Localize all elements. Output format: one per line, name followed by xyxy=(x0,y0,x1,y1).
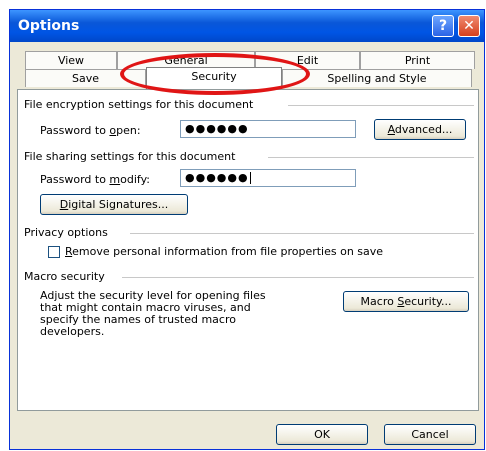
digital-signatures-button[interactable]: Digital Signatures... xyxy=(40,194,188,215)
password-open-label: Password to open: xyxy=(40,124,141,137)
background-left-edge xyxy=(0,0,9,451)
group-divider xyxy=(288,105,474,106)
password-open-input[interactable]: ●●●●●● xyxy=(180,120,356,138)
remove-personal-info-label[interactable]: Remove personal information from file pr… xyxy=(65,245,383,258)
privacy-group-label: Privacy options xyxy=(24,226,108,239)
group-divider xyxy=(268,157,474,158)
text-caret xyxy=(249,172,251,184)
security-tab-panel: File encryption settings for this docume… xyxy=(17,89,479,411)
title-bar[interactable]: Options ? ✕ xyxy=(10,10,484,42)
tab-print[interactable]: Print xyxy=(360,51,475,69)
group-divider xyxy=(122,277,474,278)
tab-save[interactable]: Save xyxy=(25,69,146,87)
ok-button[interactable]: OK xyxy=(276,424,368,445)
encryption-group-label: File encryption settings for this docume… xyxy=(24,98,254,111)
remove-personal-info-checkbox[interactable] xyxy=(48,246,60,258)
password-open-value: ●●●●●● xyxy=(185,122,249,135)
tab-security[interactable]: Security xyxy=(146,67,282,89)
advanced-button[interactable]: Advanced... xyxy=(374,119,466,140)
options-dialog: Options ? ✕ View General Edit Print Save… xyxy=(9,9,485,450)
close-button[interactable]: ✕ xyxy=(458,15,480,37)
sharing-group-label: File sharing settings for this document xyxy=(24,150,236,163)
tab-spelling-and-style[interactable]: Spelling and Style xyxy=(282,69,472,87)
cancel-button[interactable]: Cancel xyxy=(384,424,476,445)
macro-security-button[interactable]: Macro Security... xyxy=(343,291,469,312)
help-icon: ? xyxy=(438,18,448,34)
macro-group-label: Macro security xyxy=(24,270,105,283)
group-divider xyxy=(130,233,474,234)
help-button[interactable]: ? xyxy=(432,15,454,37)
close-icon: ✕ xyxy=(463,18,475,34)
password-modify-label: Password to modify: xyxy=(40,173,151,186)
tab-view[interactable]: View xyxy=(25,51,117,69)
password-modify-input[interactable]: ●●●●●● xyxy=(180,169,356,187)
window-title: Options xyxy=(18,18,80,34)
password-modify-value: ●●●●●● xyxy=(185,171,249,184)
macro-description: Adjust the security level for opening fi… xyxy=(40,289,266,338)
